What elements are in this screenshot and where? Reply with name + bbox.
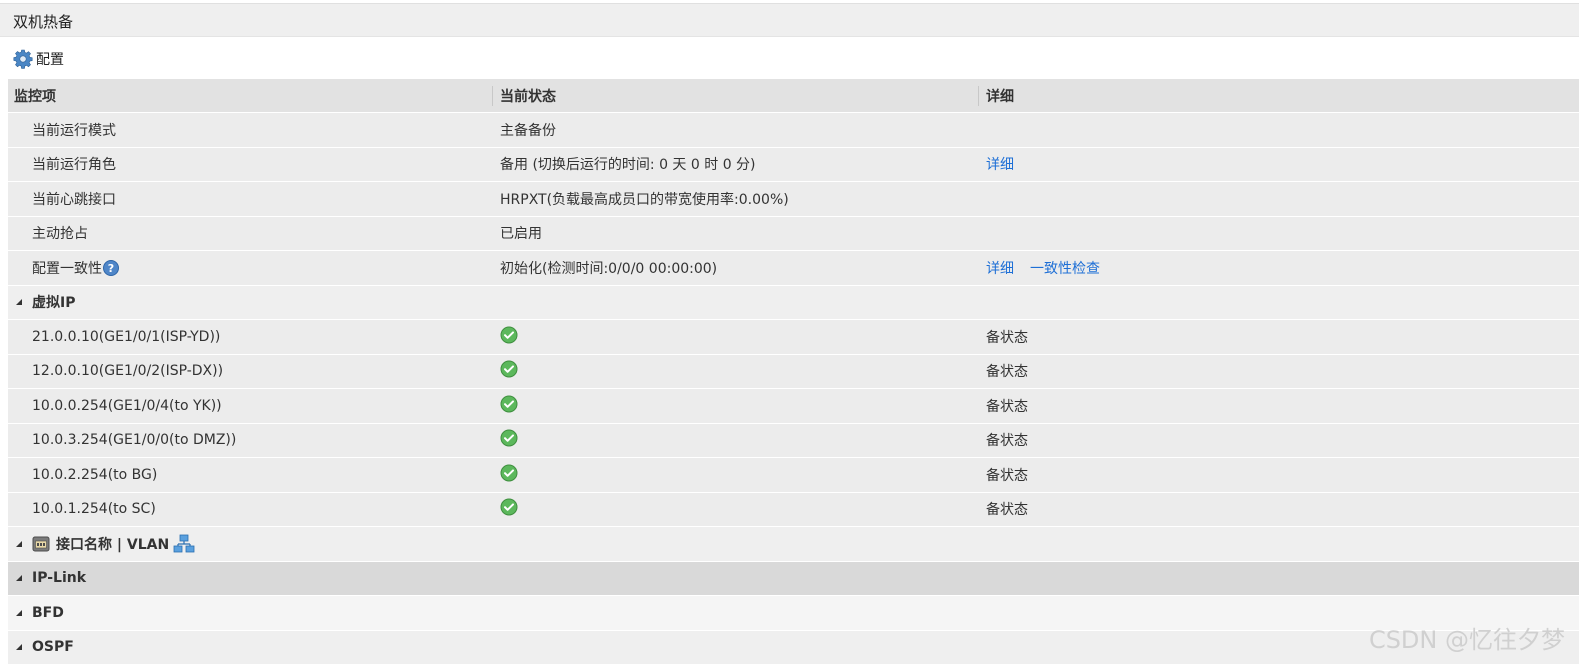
virtual-ip-state: 备状态 (986, 467, 1028, 484)
table-row: 当前运行角色 备用 (切换后运行的时间: 0 天 0 时 0 分) 详细 (8, 147, 1579, 182)
column-divider[interactable] (492, 86, 493, 106)
row-item-cell: 配置一致性 ? (32, 251, 119, 285)
check-circle-icon (500, 429, 518, 447)
virtual-ip-state: 备状态 (986, 329, 1028, 346)
toolbar: 配置 (0, 37, 1579, 79)
virtual-ip-state: 备状态 (986, 433, 1028, 450)
row-item-label: 当前运行模式 (32, 122, 116, 139)
virtual-ip-label: 10.0.2.254(to BG) (32, 466, 158, 483)
network-icon (173, 534, 195, 553)
page-title: 双机热备 (13, 13, 74, 31)
config-button[interactable]: 配置 (13, 48, 64, 70)
section-header-cell: OSPF (8, 631, 74, 665)
section-label: 接口名称 | VLAN (56, 536, 170, 553)
table-row: 当前运行模式 主备备份 (8, 113, 1579, 148)
status-cell (500, 389, 518, 423)
table-row: 10.0.3.254(GE1/0/0(to DMZ)) 备状态 (8, 423, 1579, 458)
virtual-ip-label: 10.0.1.254(to SC) (32, 501, 156, 518)
expand-caret-icon[interactable] (16, 575, 22, 582)
detail-link[interactable]: 详细 (986, 154, 1014, 174)
table-row: 当前心跳接口 HRPXT(负载最高成员口的带宽使用率:0.00%) (8, 182, 1579, 217)
table-row: 10.0.0.254(GE1/0/4(to YK)) 备状态 (8, 389, 1579, 424)
expand-caret-icon[interactable] (16, 609, 22, 616)
row-status-value: 已启用 (500, 226, 542, 243)
row-detail-links: 详细 (986, 148, 1014, 182)
virtual-ip-label: 21.0.0.10(GE1/0/1(ISP-YD)) (32, 328, 221, 345)
col-header-detail: 详细 (986, 88, 1014, 105)
expand-caret-icon[interactable] (16, 299, 22, 306)
virtual-ip-state: 备状态 (986, 364, 1028, 381)
section-interface-vlan[interactable]: 接口名称 | VLAN (8, 527, 1579, 562)
col-header-item: 监控项 (14, 88, 56, 105)
row-status-value: 备用 (切换后运行的时间: 0 天 0 时 0 分) (500, 157, 756, 174)
table-header: 监控项 当前状态 详细 (8, 79, 1579, 113)
title-bar: 双机热备 (0, 3, 1579, 37)
help-icon[interactable]: ? (103, 259, 119, 276)
section-header-cell: 虚拟IP (8, 286, 75, 320)
status-cell (500, 424, 518, 458)
table-row: 主动抢占 已启用 (8, 216, 1579, 251)
expand-caret-icon[interactable] (16, 540, 22, 547)
section-header-cell: BFD (8, 596, 64, 630)
expand-caret-icon[interactable] (16, 644, 22, 651)
row-item-label: 当前运行角色 (32, 157, 116, 174)
check-circle-icon (500, 360, 518, 378)
column-divider[interactable] (978, 86, 979, 106)
check-circle-icon (500, 464, 518, 482)
config-label: 配置 (36, 52, 64, 68)
virtual-ip-state: 备状态 (986, 398, 1028, 415)
virtual-ip-list: 21.0.0.10(GE1/0/1(ISP-YD)) 备状态 12.0.0.10(G… (8, 320, 1579, 527)
check-circle-icon (500, 326, 518, 344)
interface-icon (32, 536, 50, 552)
hot-standby-page: 双机热备 配置 监控项 当前状态 详细 当前运行模式 主备备份 当前运行角色 备… (0, 0, 1579, 667)
table-row: 21.0.0.10(GE1/0/1(ISP-YD)) 备状态 (8, 320, 1579, 355)
section-ospf[interactable]: OSPF (8, 630, 1579, 665)
detail-link[interactable]: 详细 (986, 258, 1014, 278)
consistency-check-link[interactable]: 一致性检查 (1030, 258, 1100, 278)
section-label: BFD (32, 604, 64, 621)
status-cell (500, 493, 518, 527)
status-cell (500, 458, 518, 492)
status-cell (500, 320, 518, 354)
virtual-ip-label: 12.0.0.10(GE1/0/2(ISP-DX)) (32, 363, 224, 380)
section-label: 虚拟IP (32, 295, 76, 312)
section-bfd[interactable]: BFD (8, 596, 1579, 631)
virtual-ip-state: 备状态 (986, 502, 1028, 519)
status-cell (500, 355, 518, 389)
row-status-value: 主备备份 (500, 122, 556, 139)
table-row: 配置一致性 ? 初始化(检测时间:0/0/0 00:00:00) 详细 一致性检… (8, 251, 1579, 286)
col-header-status: 当前状态 (500, 88, 556, 105)
section-header-cell: 接口名称 | VLAN (8, 527, 195, 561)
row-status-value: 初始化(检测时间:0/0/0 00:00:00) (500, 260, 718, 277)
table-row: 10.0.1.254(to SC) 备状态 (8, 492, 1579, 527)
table-row: 10.0.2.254(to BG) 备状态 (8, 458, 1579, 493)
virtual-ip-label: 10.0.0.254(GE1/0/4(to YK)) (32, 397, 222, 414)
row-detail-links: 详细 一致性检查 (986, 251, 1100, 285)
section-label: OSPF (32, 639, 74, 656)
check-circle-icon (500, 395, 518, 413)
row-item-label: 配置一致性 (32, 260, 102, 277)
row-item-label: 当前心跳接口 (32, 191, 116, 208)
gear-icon (13, 49, 33, 69)
check-circle-icon (500, 498, 518, 516)
row-status-value: HRPXT(负载最高成员口的带宽使用率:0.00%) (500, 191, 789, 208)
section-label: IP-Link (32, 570, 87, 587)
section-header-cell: IP-Link (8, 562, 86, 596)
row-item-label: 主动抢占 (32, 226, 88, 243)
status-table: 监控项 当前状态 详细 当前运行模式 主备备份 当前运行角色 备用 (切换后运行… (8, 79, 1579, 665)
section-ip-link[interactable]: IP-Link (8, 561, 1579, 596)
table-row: 12.0.0.10(GE1/0/2(ISP-DX)) 备状态 (8, 354, 1579, 389)
section-virtual-ip[interactable]: 虚拟IP (8, 285, 1579, 320)
virtual-ip-label: 10.0.3.254(GE1/0/0(to DMZ)) (32, 432, 237, 449)
